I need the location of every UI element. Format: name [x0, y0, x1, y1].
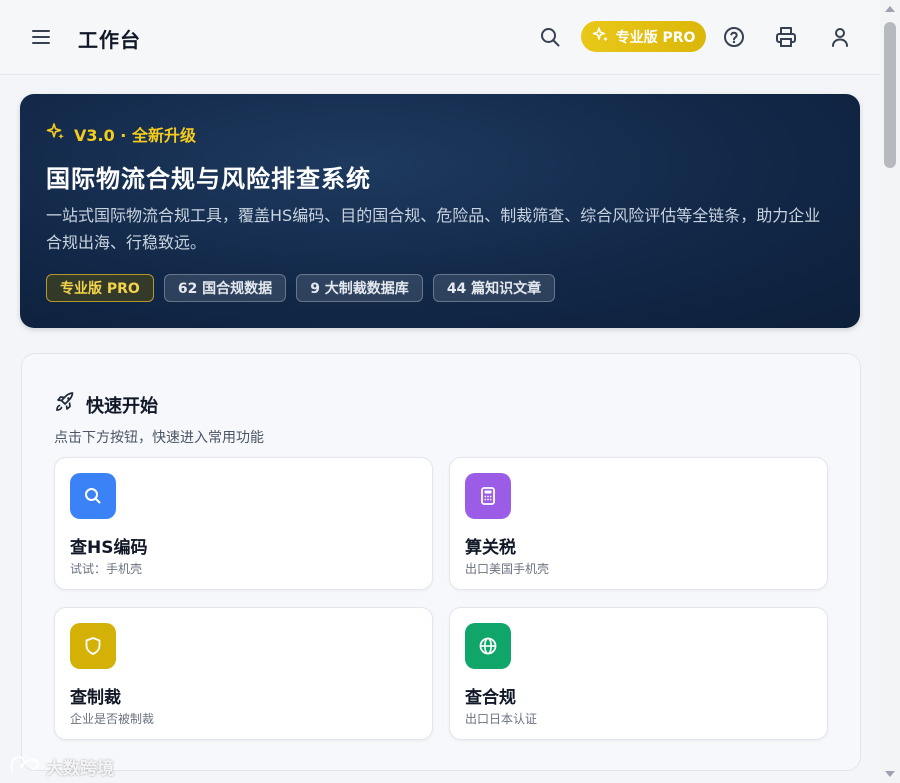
page-title: 工作台	[78, 28, 141, 52]
quick-start-panel: 快速开始 点击下方按钮，快速进入常用功能 查HS编码 试试：手机壳 算关税 出口…	[21, 353, 861, 771]
card-title: 查合规	[465, 688, 516, 708]
menu-icon[interactable]	[28, 24, 54, 50]
tag-compliance-countries: 62 国合规数据	[163, 274, 287, 302]
watermark-text: 大数跨境	[46, 759, 114, 779]
card-subtitle: 企业是否被制裁	[70, 712, 155, 726]
card-title: 查HS编码	[70, 538, 148, 558]
hero-banner: V3.0 · 全新升级 国际物流合规与风险排查系统 一站式国际物流合规工具，覆盖…	[20, 94, 860, 328]
search-icon[interactable]	[535, 22, 565, 52]
version-badge: V3.0 · 全新升级	[46, 122, 196, 146]
scrollbar[interactable]	[880, 0, 900, 783]
watermark-logo-icon	[8, 753, 42, 780]
sparkle-icon	[592, 26, 610, 48]
card-title: 算关税	[465, 538, 516, 558]
tag-sanction-databases: 9 大制裁数据库	[296, 274, 423, 302]
pro-button-label: 专业版 PRO	[615, 29, 696, 46]
user-icon[interactable]	[825, 22, 855, 52]
scroll-up-arrow-icon[interactable]	[885, 6, 895, 12]
search-icon	[70, 473, 116, 519]
version-badge-label: V3.0 · 全新升级	[74, 126, 196, 145]
tag-knowledge-articles: 44 篇知识文章	[432, 274, 556, 302]
quick-start-subtitle: 点击下方按钮，快速进入常用功能	[54, 430, 264, 446]
hero-title: 国际物流合规与风险排查系统	[46, 165, 371, 193]
pro-upgrade-button[interactable]: 专业版 PRO	[581, 21, 706, 52]
card-subtitle: 出口日本认证	[465, 712, 538, 726]
tariff-calculator-card[interactable]: 算关税 出口美国手机壳	[449, 457, 828, 590]
scroll-down-arrow-icon[interactable]	[885, 771, 895, 777]
shield-icon	[70, 623, 116, 669]
card-title: 查制裁	[70, 688, 121, 708]
card-subtitle: 试试：手机壳	[70, 562, 143, 576]
sanction-check-card[interactable]: 查制裁 企业是否被制裁	[54, 607, 433, 740]
quick-start-heading: 快速开始	[54, 391, 158, 418]
hero-tags: 专业版 PRO 62 国合规数据 9 大制裁数据库 44 篇知识文章	[46, 274, 556, 302]
calculator-icon	[465, 473, 511, 519]
hs-code-lookup-card[interactable]: 查HS编码 试试：手机壳	[54, 457, 433, 590]
rocket-icon	[54, 391, 76, 418]
quick-start-title: 快速开始	[86, 395, 158, 417]
watermark: 大数跨境	[8, 753, 114, 780]
hero-description: 一站式国际物流合规工具，覆盖HS编码、目的国合规、危险品、制裁筛查、综合风险评估…	[46, 206, 821, 252]
print-icon[interactable]	[771, 22, 801, 52]
scrollbar-thumb[interactable]	[884, 22, 896, 168]
compliance-check-card[interactable]: 查合规 出口日本认证	[449, 607, 828, 740]
globe-icon	[465, 623, 511, 669]
help-icon[interactable]	[719, 22, 749, 52]
card-subtitle: 出口美国手机壳	[465, 562, 550, 576]
top-bar: 工作台 专业版 PRO	[0, 0, 880, 75]
tag-pro: 专业版 PRO	[46, 274, 154, 302]
sparkle-icon	[46, 122, 66, 146]
